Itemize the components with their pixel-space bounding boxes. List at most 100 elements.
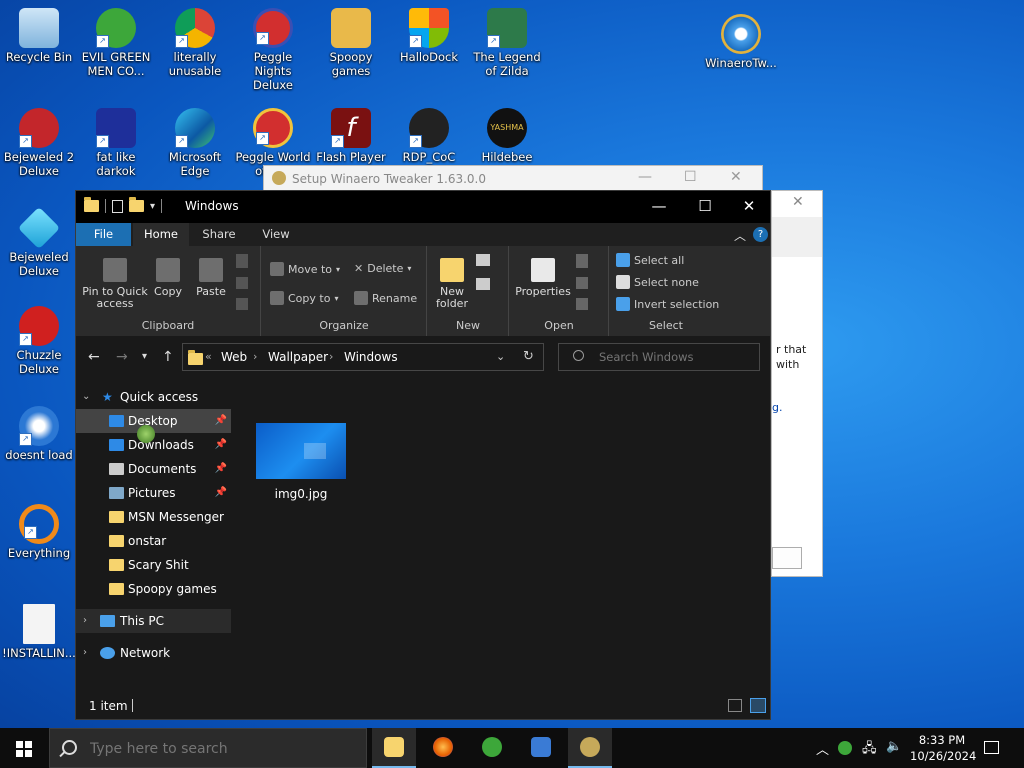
taskbar-search[interactable] [49, 728, 367, 768]
start-button[interactable] [0, 728, 48, 768]
desktop-icon-evil-green-men[interactable]: ↗ EVIL GREEN MEN CO... [77, 8, 155, 78]
refresh-icon[interactable]: ↻ [523, 349, 534, 364]
nav-item-msn-messenger[interactable]: MSN Messenger [76, 505, 231, 529]
taskbar-msn-messenger[interactable] [470, 728, 514, 768]
search-input[interactable] [597, 349, 751, 365]
taskbar-search-input[interactable] [88, 740, 352, 758]
desktop-icon-rdp-coc[interactable]: ↗ RDP_CoC [390, 108, 468, 164]
nav-item-onstar[interactable]: onstar [76, 529, 231, 553]
desktop-icon-flash-player[interactable]: f ↗ Flash Player [312, 108, 390, 164]
up-arrow-icon[interactable]: ↑ [162, 349, 174, 365]
nav-item-spoopy-games[interactable]: Spoopy games [76, 577, 231, 601]
desktop-icon-hallodock[interactable]: ↗ HalloDock [390, 8, 468, 64]
setup-input-box[interactable] [772, 547, 802, 569]
select-all-button[interactable]: Select all [616, 253, 684, 267]
help-icon[interactable]: ? [753, 227, 768, 242]
desktop-icon-chuzzle-deluxe[interactable]: ↗ Chuzzle Deluxe [0, 306, 78, 376]
tab-share[interactable]: Share [194, 223, 244, 246]
cut-icon[interactable] [236, 254, 248, 268]
file-thumbnail-img0[interactable] [256, 423, 346, 479]
nav-network[interactable]: › Network [76, 641, 231, 665]
minimize-button[interactable]: — [636, 191, 682, 223]
taskbar-app[interactable] [519, 728, 563, 768]
tab-home[interactable]: Home [133, 223, 189, 246]
volume-icon[interactable]: 🔈 [886, 739, 902, 754]
select-none-button[interactable]: Select none [616, 275, 699, 289]
close-icon[interactable]: ✕ [730, 169, 742, 185]
easy-access-icon[interactable] [476, 278, 490, 290]
details-view-icon[interactable] [728, 699, 742, 712]
edit-icon[interactable] [576, 277, 588, 289]
file-name[interactable]: img0.jpg [256, 487, 346, 501]
desktop-icon-peggle-nights[interactable]: ↗ Peggle Nights Deluxe [234, 8, 312, 92]
close-icon[interactable]: ✕ [792, 194, 804, 210]
close-button[interactable]: ✕ [726, 191, 772, 223]
rename-button[interactable]: Rename [354, 291, 417, 305]
address-dropdown-icon[interactable]: ⌄ [496, 350, 505, 363]
history-icon[interactable] [576, 298, 588, 310]
copy-button[interactable]: Copy [152, 258, 184, 298]
setup-window-titlebar[interactable]: Setup Winaero Tweaker 1.63.0.0 — ☐ ✕ [263, 165, 763, 193]
msn-tray-icon[interactable] [838, 741, 852, 755]
copy-path-icon[interactable] [236, 277, 248, 289]
nav-this-pc[interactable]: › This PC [76, 609, 231, 633]
desktop-icon-literally-unusable[interactable]: ↗ literally unusable [156, 8, 234, 78]
breadcrumb-web[interactable]: Web [221, 350, 247, 364]
breadcrumb-overflow[interactable]: « [205, 350, 212, 363]
maximize-button[interactable]: ☐ [682, 191, 728, 223]
explorer-titlebar[interactable]: ▾ Windows — ☐ ✕ [76, 191, 770, 223]
collapse-ribbon-icon[interactable]: ︿ [734, 227, 746, 244]
desktop-icon-bejeweled-2[interactable]: ↗ Bejeweled 2 Deluxe [0, 108, 78, 178]
network-icon[interactable]: 🖧 [862, 739, 877, 761]
desktop-icon-spoopy-games[interactable]: Spoopy games [312, 8, 390, 78]
properties-check-icon[interactable] [112, 199, 123, 213]
breadcrumb-windows[interactable]: Windows [344, 350, 398, 364]
desktop-icon-microsoft-edge[interactable]: ↗ Microsoft Edge [156, 108, 234, 178]
new-item-icon[interactable] [476, 254, 490, 266]
properties-button[interactable]: Properties [514, 258, 572, 298]
breadcrumb-wallpaper[interactable]: Wallpaper [268, 350, 328, 364]
desktop-icon-legend-of-zilda[interactable]: ↗ The Legend of Zilda [468, 8, 546, 78]
nav-item-documents[interactable]: Documents 📌 [76, 457, 231, 481]
desktop-icon-bejeweled-deluxe[interactable]: Bejeweled Deluxe [0, 206, 78, 278]
forward-arrow-icon[interactable]: → [116, 349, 128, 365]
desktop-icon-winaero-tweaker[interactable]: WinaeroTw... [702, 14, 780, 70]
maximize-icon[interactable]: ☐ [684, 169, 697, 185]
taskbar-file-explorer[interactable] [372, 728, 416, 768]
taskbar-firefox[interactable] [421, 728, 465, 768]
pin-icon[interactable]: 📌 [215, 457, 227, 481]
tab-file[interactable]: File [76, 223, 131, 246]
chevron-down-icon[interactable]: ⌄ [82, 385, 90, 409]
desktop-icon-installing[interactable]: !INSTALLIN... [0, 604, 78, 660]
desktop-icon-everything[interactable]: ↗ Everything [0, 504, 78, 560]
show-hidden-icons-icon[interactable]: ︿ [816, 739, 829, 758]
nav-item-pictures[interactable]: Pictures 📌 [76, 481, 231, 505]
tab-view[interactable]: View [248, 223, 304, 246]
open-icon[interactable] [576, 254, 588, 268]
recent-locations-icon[interactable]: ▾ [142, 351, 147, 362]
pin-icon[interactable]: 📌 [215, 433, 227, 457]
paste-button[interactable]: Paste [194, 258, 228, 298]
delete-button[interactable]: ✕ Delete ▾ [354, 262, 411, 275]
paste-shortcut-icon[interactable] [236, 298, 248, 310]
back-arrow-icon[interactable]: ← [88, 349, 100, 365]
invert-selection-button[interactable]: Invert selection [616, 297, 719, 311]
address-bar[interactable]: « Web › Wallpaper › Windows ⌄ ↻ [182, 343, 544, 371]
move-to-button[interactable]: Move to ▾ [270, 262, 340, 276]
nav-item-scary[interactable]: Scary Shit [76, 553, 231, 577]
search-box[interactable] [558, 343, 760, 371]
taskbar-winaero-setup[interactable] [568, 728, 612, 768]
pin-to-quick-access-button[interactable]: Pin to Quick access [82, 258, 148, 310]
desktop-icon-doesnt-load[interactable]: ↗ doesnt load [0, 406, 78, 462]
desktop-icon-fat-like-darkok[interactable]: ↗ fat like darkok [77, 108, 155, 178]
minimize-icon[interactable]: — [638, 169, 652, 185]
chevron-right-icon[interactable]: › [83, 609, 87, 633]
large-icons-view-icon[interactable] [750, 698, 766, 713]
notifications-icon[interactable] [984, 741, 999, 754]
chevron-right-icon[interactable]: › [83, 641, 87, 665]
copy-to-button[interactable]: Copy to ▾ [270, 291, 338, 305]
pin-icon[interactable]: 📌 [215, 481, 227, 505]
setup-link[interactable]: g. [772, 401, 782, 414]
desktop-icon-recycle-bin[interactable]: Recycle Bin [0, 8, 78, 64]
new-folder-icon[interactable] [129, 197, 144, 212]
